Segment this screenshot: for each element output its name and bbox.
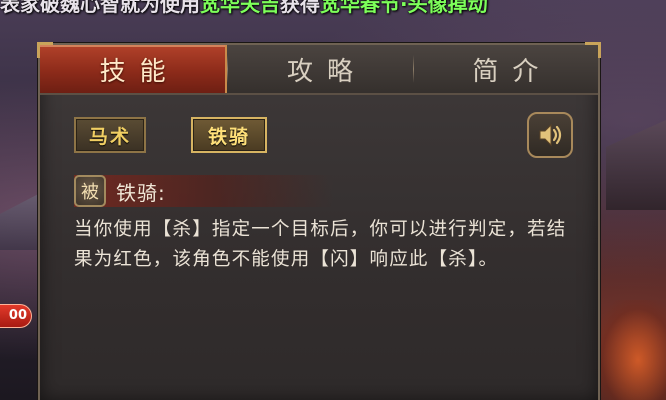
banner-segment: 表家破魏心智就为使用 <box>0 0 200 16</box>
skill-header: 被 铁骑: <box>74 175 334 207</box>
speaker-icon <box>539 123 562 147</box>
tab-strategy[interactable]: 攻略 <box>227 45 412 93</box>
skill-description: 当你使用【杀】指定一个目标后，你可以进行判定，若结果为红色，该角色不能使用【闪】… <box>74 219 567 270</box>
general-info-panel: 技能 攻略 简介 马术 铁骑 被 铁骑: 当你使用【杀】指定一个目标后，你可以进… <box>37 42 601 400</box>
tab-skills[interactable]: 技能 <box>40 45 228 93</box>
banner-segment: 获得 <box>280 0 320 16</box>
skill-name: 铁骑: <box>116 180 166 205</box>
scrolling-announcement-banner: 表家破魏心智就为使用宽华夫吉获得宽华春节·头像掉动 <box>0 0 666 18</box>
banner-segment: 宽华春节·头像掉动 <box>320 0 488 16</box>
side-notification-badge[interactable]: 00 <box>0 304 32 328</box>
skill-button-horsemanship[interactable]: 马术 <box>74 117 146 153</box>
background-fire-glow <box>596 300 666 400</box>
tab-introduction[interactable]: 简介 <box>412 45 598 93</box>
banner-segment: 宽华夫吉 <box>200 0 280 16</box>
panel-tab-bar: 技能 攻略 简介 <box>40 45 598 95</box>
skill-button-iron-cavalry[interactable]: 铁骑 <box>191 117 267 153</box>
play-voice-button[interactable] <box>527 112 573 158</box>
skill-type-badge: 被 <box>74 175 106 207</box>
